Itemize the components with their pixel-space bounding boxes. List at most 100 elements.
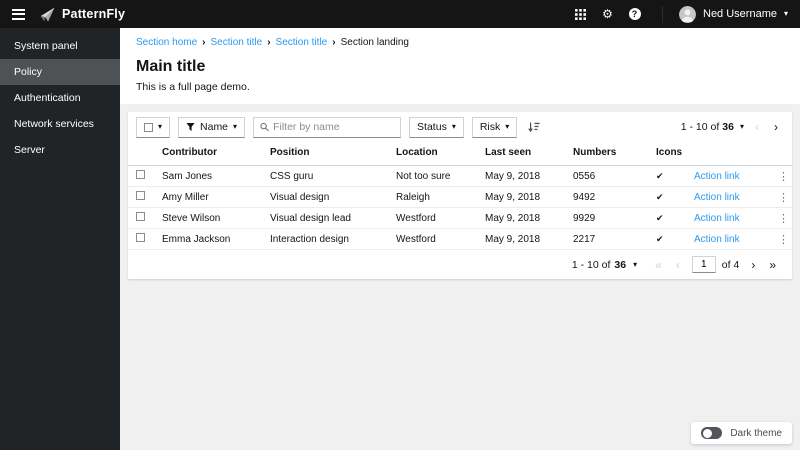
kebab-menu-icon[interactable]: ⋮: [770, 207, 792, 229]
breadcrumb-current: Section landing: [340, 37, 409, 48]
sidebar-item-policy[interactable]: Policy: [0, 59, 120, 85]
data-table-card: ▾ Name ▾ Status: [128, 112, 792, 279]
chevron-down-icon: ▾: [505, 122, 510, 131]
cell-numbers: 9929: [565, 207, 648, 229]
status-dropdown[interactable]: Status ▾: [409, 116, 464, 138]
prev-page-button[interactable]: ‹: [670, 258, 686, 272]
column-header-numbers: Numbers: [565, 142, 648, 166]
pagination-options-toggle[interactable]: ▾: [633, 260, 637, 269]
search-icon: [260, 122, 269, 132]
chevron-down-icon: ▾: [451, 122, 456, 131]
breadcrumb: Section home › Section title › Section t…: [136, 37, 784, 48]
cell-position: Interaction design: [262, 228, 388, 250]
bulk-select-dropdown[interactable]: ▾: [136, 116, 171, 138]
masthead: PatternFly ⚙ ? Ned Username ▾: [0, 0, 800, 28]
prev-page-button[interactable]: ‹: [749, 120, 765, 134]
search-input[interactable]: [273, 121, 395, 133]
check-icon: ✔: [648, 228, 686, 250]
current-page-input[interactable]: [691, 256, 716, 273]
bulk-select-checkbox[interactable]: [144, 122, 153, 132]
cell-location: Westford: [388, 207, 477, 229]
cell-numbers: 0556: [565, 165, 648, 187]
risk-dropdown[interactable]: Risk ▾: [471, 116, 518, 138]
help-icon[interactable]: ?: [621, 8, 648, 20]
user-menu[interactable]: Ned Username ▾: [662, 5, 788, 23]
cell-numbers: 2217: [565, 228, 648, 250]
row-checkbox[interactable]: [136, 233, 145, 242]
page-subtitle: This is a full page demo.: [136, 81, 250, 93]
cell-contributor: Steve Wilson: [154, 207, 262, 229]
pagination-total: 36: [722, 121, 734, 133]
cell-contributor: Amy Miller: [154, 186, 262, 208]
column-header-icons: Icons: [648, 142, 686, 166]
next-page-button[interactable]: ›: [768, 120, 784, 134]
sidebar-item-server[interactable]: Server: [0, 137, 120, 163]
last-page-button[interactable]: »: [763, 258, 782, 272]
cell-position: Visual design: [262, 186, 388, 208]
apps-grid-icon[interactable]: [567, 8, 594, 20]
status-label: Status: [417, 121, 447, 133]
action-link[interactable]: Action link: [694, 171, 740, 182]
sort-amount-icon: [528, 122, 540, 132]
switch-knob: [702, 428, 712, 438]
cell-contributor: Sam Jones: [154, 165, 262, 187]
cell-last-seen: May 9, 2018: [477, 165, 565, 187]
breadcrumb-link-1[interactable]: Section title: [211, 37, 263, 48]
pagination-options-toggle[interactable]: ▾: [740, 123, 744, 131]
name-filter-dropdown[interactable]: Name ▾: [178, 116, 246, 138]
data-table: Contributor Position Location Last seen …: [128, 142, 792, 250]
breadcrumb-link-home[interactable]: Section home: [136, 37, 197, 48]
action-link[interactable]: Action link: [694, 213, 740, 224]
sidebar-nav: System panel Policy Authentication Netwo…: [0, 28, 120, 450]
chevron-down-icon: ▾: [233, 122, 238, 131]
sidebar-item-authentication[interactable]: Authentication: [0, 85, 120, 111]
sidebar-item-system-panel[interactable]: System panel: [0, 33, 120, 59]
kebab-menu-icon[interactable]: ⋮: [770, 186, 792, 208]
row-checkbox[interactable]: [136, 170, 145, 179]
row-checkbox[interactable]: [136, 191, 145, 200]
column-header-last-seen: Last seen: [477, 142, 565, 166]
row-checkbox[interactable]: [136, 212, 145, 221]
dark-theme-switch[interactable]: [701, 427, 723, 439]
check-icon: ✔: [648, 207, 686, 229]
page-body: ▾ Name ▾ Status: [120, 104, 800, 450]
breadcrumb-link-2[interactable]: Section title: [276, 37, 328, 48]
brand-name: PatternFly: [62, 7, 126, 21]
action-link[interactable]: Action link: [694, 192, 740, 203]
cell-numbers: 9492: [565, 186, 648, 208]
sort-button[interactable]: [527, 122, 540, 133]
cell-last-seen: May 9, 2018: [477, 207, 565, 229]
check-icon: ✔: [648, 186, 686, 208]
chevron-down-icon: ▾: [158, 122, 163, 131]
sidebar-item-network-services[interactable]: Network services: [0, 111, 120, 137]
cell-position: CSS guru: [262, 165, 388, 187]
table-row: Steve Wilson Visual design lead Westford…: [128, 207, 792, 229]
cell-contributor: Emma Jackson: [154, 228, 262, 250]
patternfly-logo-icon: [40, 7, 55, 21]
settings-gear-icon[interactable]: ⚙: [594, 8, 621, 20]
table-row: Emma Jackson Interaction design Westford…: [128, 228, 792, 250]
table-row: Amy Miller Visual design Raleigh May 9, …: [128, 186, 792, 208]
table-header-row: Contributor Position Location Last seen …: [128, 142, 792, 166]
kebab-menu-icon[interactable]: ⋮: [770, 228, 792, 250]
cell-last-seen: May 9, 2018: [477, 186, 565, 208]
kebab-menu-icon[interactable]: ⋮: [770, 165, 792, 187]
page-header-section: Section home › Section title › Section t…: [120, 28, 800, 104]
dark-theme-toggle-card: Dark theme: [691, 422, 792, 444]
dark-theme-label: Dark theme: [730, 427, 782, 439]
breadcrumb-separator-icon: ›: [202, 37, 206, 48]
main-content: Section home › Section title › Section t…: [120, 28, 800, 450]
filter-icon: [186, 122, 195, 132]
brand-logo: PatternFly: [39, 6, 125, 23]
name-filter-label: Name: [200, 121, 229, 133]
first-page-button[interactable]: «: [649, 258, 668, 272]
action-link[interactable]: Action link: [694, 234, 740, 245]
next-page-button[interactable]: ›: [745, 258, 761, 272]
table-toolbar: ▾ Name ▾ Status: [128, 112, 792, 142]
table-row: Sam Jones CSS guru Not too sure May 9, 2…: [128, 165, 792, 187]
cell-location: Raleigh: [388, 186, 477, 208]
cell-location: Not too sure: [388, 165, 477, 187]
risk-label: Risk: [479, 121, 501, 133]
nav-toggle-button[interactable]: [12, 8, 25, 20]
hamburger-icon: [12, 8, 25, 11]
